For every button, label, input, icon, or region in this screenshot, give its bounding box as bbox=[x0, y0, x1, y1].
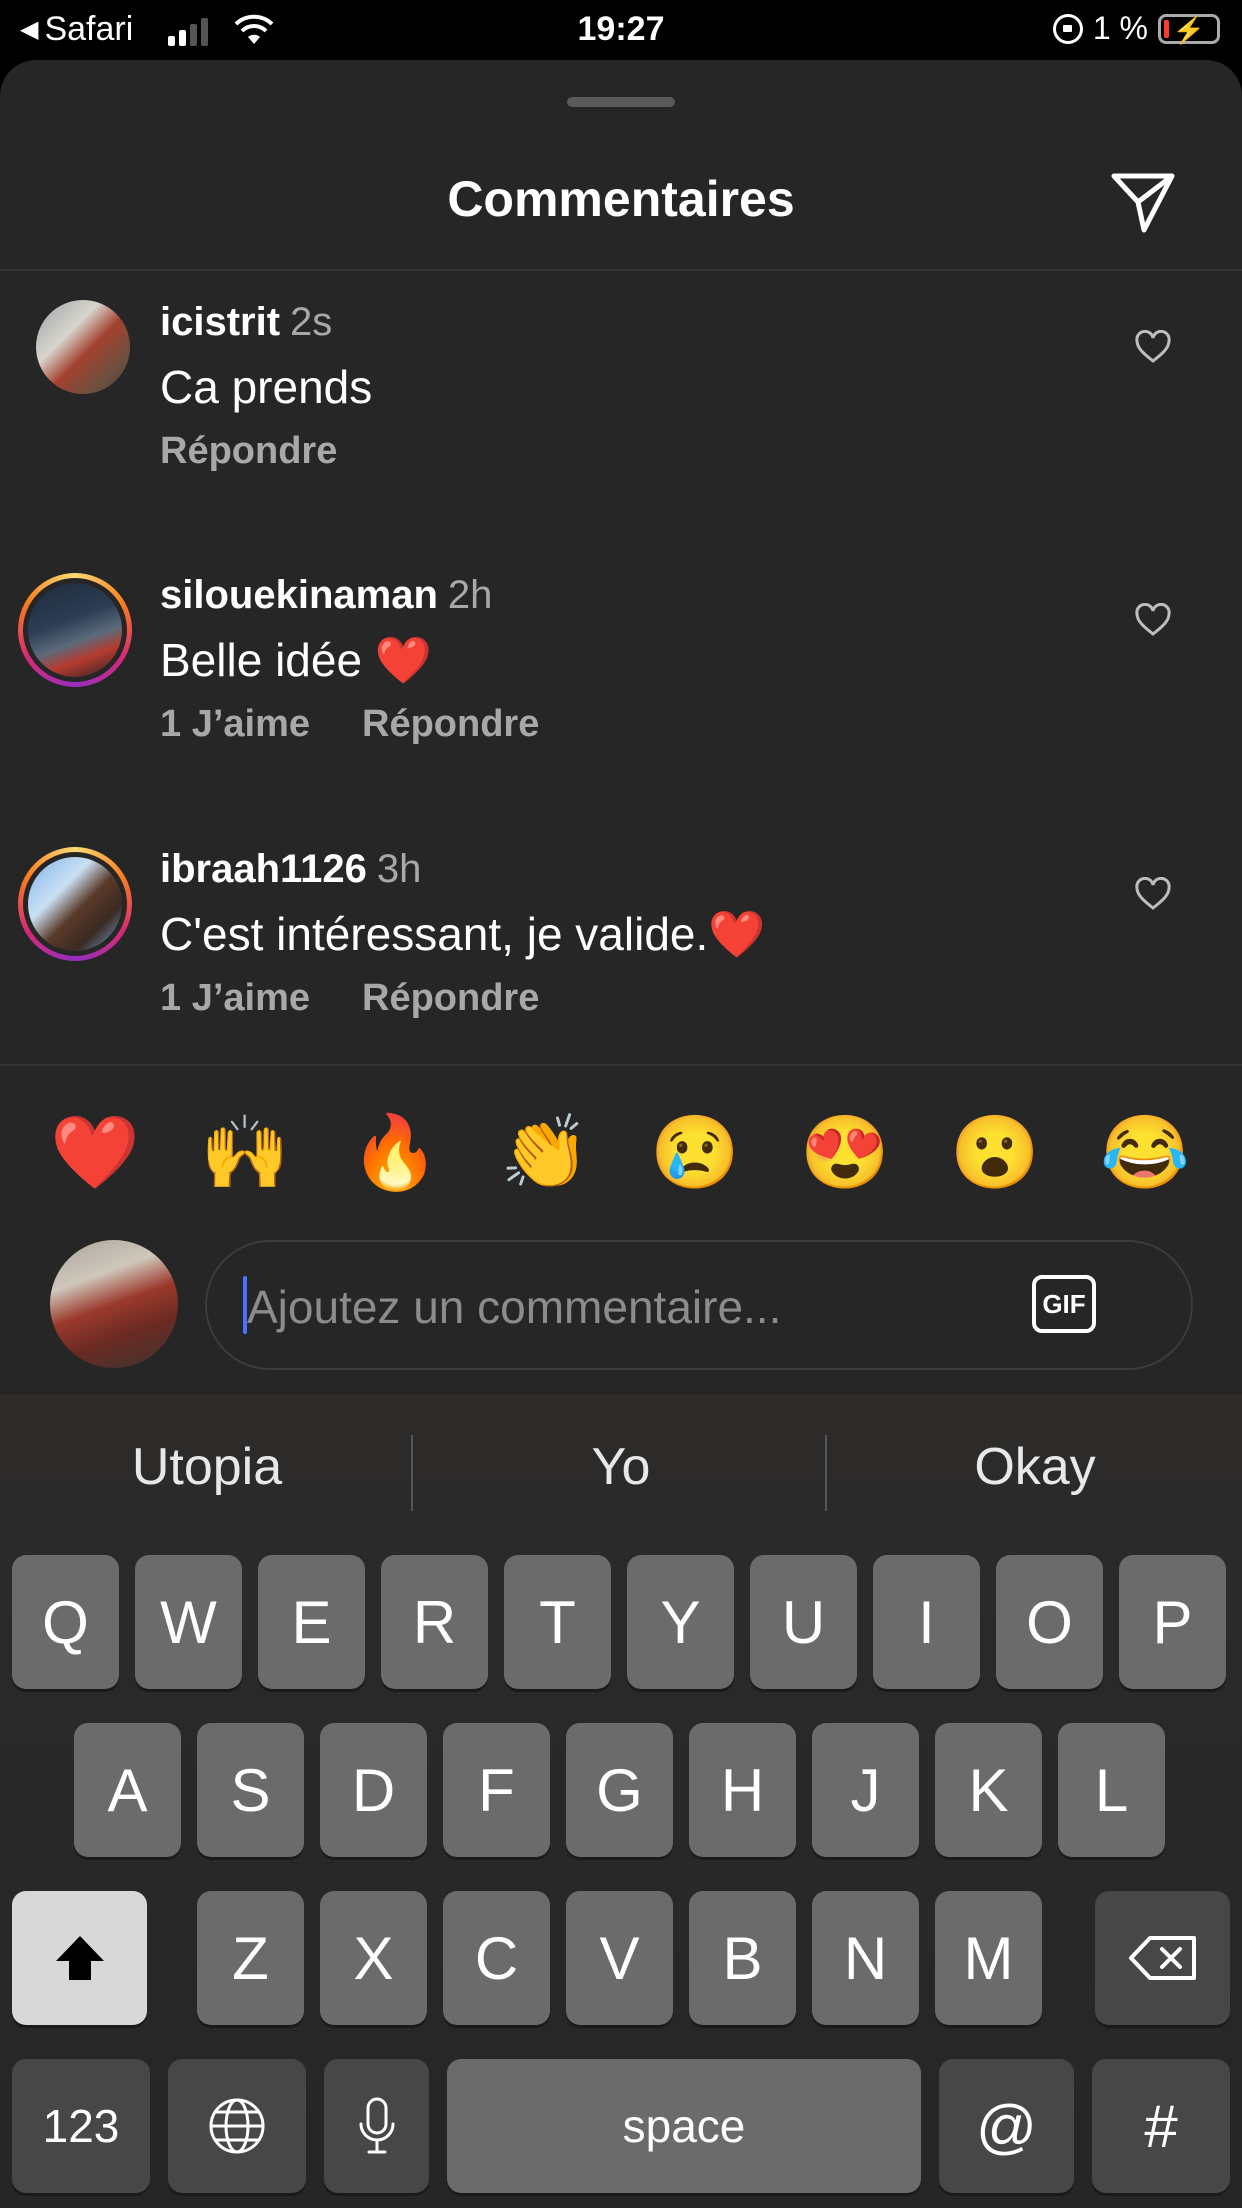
comments-sheet: Commentaires icistrit 2s Ca prends Répond… bbox=[0, 60, 1242, 1395]
comment-item: silouekinaman 2h Belle idée ❤️ 1 J’aime R… bbox=[0, 573, 1242, 833]
key-c[interactable]: C bbox=[443, 1891, 550, 2025]
battery-icon: ⚡ bbox=[1158, 13, 1220, 45]
header-divider bbox=[0, 269, 1242, 271]
suggestion-separator bbox=[825, 1435, 827, 1511]
key-h[interactable]: H bbox=[689, 1723, 796, 1857]
suggestion-separator bbox=[411, 1435, 413, 1511]
like-heart-icon[interactable] bbox=[1134, 877, 1172, 911]
comment-age: 2s bbox=[290, 300, 333, 344]
my-avatar bbox=[50, 1240, 178, 1368]
key-l[interactable]: L bbox=[1058, 1723, 1165, 1857]
status-bar: ◀ Safari 19:27 1 % ⚡ bbox=[0, 0, 1242, 60]
suggestion-1[interactable]: Utopia bbox=[7, 1437, 407, 1497]
keyboard: Utopia Yo Okay Q W E R T Y U I O P A S D… bbox=[0, 1395, 1242, 2208]
reaction-heart-eyes[interactable]: 😍 bbox=[795, 1110, 895, 1195]
like-heart-icon[interactable] bbox=[1134, 603, 1172, 637]
key-d[interactable]: D bbox=[320, 1723, 427, 1857]
at-key[interactable]: @ bbox=[939, 2059, 1074, 2193]
globe-key[interactable] bbox=[168, 2059, 306, 2193]
reactions-divider bbox=[0, 1064, 1242, 1066]
reply-button[interactable]: Répondre bbox=[160, 430, 337, 473]
key-t[interactable]: T bbox=[504, 1555, 611, 1689]
comment-text: C'est intéressant, je valide.❤️ bbox=[160, 908, 766, 960]
reaction-laugh[interactable]: 😂 bbox=[1095, 1110, 1195, 1195]
shift-key[interactable] bbox=[12, 1891, 147, 2025]
suggestion-2[interactable]: Yo bbox=[421, 1437, 821, 1497]
space-key[interactable]: space bbox=[447, 2059, 921, 2193]
globe-icon bbox=[209, 2098, 265, 2154]
key-g[interactable]: G bbox=[566, 1723, 673, 1857]
avatar[interactable] bbox=[18, 573, 132, 687]
key-p[interactable]: P bbox=[1119, 1555, 1226, 1689]
quick-reactions-bar: ❤️ 🙌 🔥 👏 😢 😍 😮 😂 bbox=[0, 1110, 1242, 1230]
key-n[interactable]: N bbox=[812, 1891, 919, 2025]
key-m[interactable]: M bbox=[935, 1891, 1042, 2025]
key-x[interactable]: X bbox=[320, 1891, 427, 2025]
key-i[interactable]: I bbox=[873, 1555, 980, 1689]
backspace-icon bbox=[1128, 1936, 1196, 1980]
comment-item: ibraah1126 3h C'est intéressant, je valid… bbox=[0, 847, 1242, 1107]
likes-count[interactable]: 1 J’aime bbox=[160, 703, 310, 746]
reaction-cry[interactable]: 😢 bbox=[645, 1110, 745, 1195]
key-v[interactable]: V bbox=[566, 1891, 673, 2025]
comment-username[interactable]: silouekinaman 2h bbox=[160, 573, 492, 618]
avatar[interactable] bbox=[18, 847, 132, 961]
key-z[interactable]: Z bbox=[197, 1891, 304, 2025]
dictation-key[interactable] bbox=[324, 2059, 429, 2193]
key-o[interactable]: O bbox=[996, 1555, 1103, 1689]
key-w[interactable]: W bbox=[135, 1555, 242, 1689]
suggestion-3[interactable]: Okay bbox=[835, 1437, 1235, 1497]
sheet-title: Commentaires bbox=[447, 171, 795, 227]
key-k[interactable]: K bbox=[935, 1723, 1042, 1857]
orientation-lock-icon bbox=[1052, 13, 1083, 44]
battery-percent: 1 % bbox=[1092, 10, 1148, 46]
like-heart-icon[interactable] bbox=[1134, 330, 1172, 364]
comment-username[interactable]: ibraah1126 3h bbox=[160, 847, 421, 892]
key-f[interactable]: F bbox=[443, 1723, 550, 1857]
sheet-grabber[interactable] bbox=[567, 97, 675, 107]
key-j[interactable]: J bbox=[812, 1723, 919, 1857]
comment-text: Belle idée ❤️ bbox=[160, 634, 433, 686]
key-a[interactable]: A bbox=[74, 1723, 181, 1857]
comment-age: 2h bbox=[447, 573, 493, 617]
reaction-fire[interactable]: 🔥 bbox=[345, 1110, 445, 1195]
numbers-key[interactable]: 123 bbox=[12, 2059, 150, 2193]
key-r[interactable]: R bbox=[381, 1555, 488, 1689]
key-y[interactable]: Y bbox=[627, 1555, 734, 1689]
comment-item: icistrit 2s Ca prends Répondre bbox=[0, 300, 1242, 560]
backspace-key[interactable] bbox=[1095, 1891, 1230, 2025]
reaction-surprised[interactable]: 😮 bbox=[945, 1110, 1045, 1195]
microphone-icon bbox=[359, 2097, 394, 2154]
likes-count[interactable]: 1 J’aime bbox=[160, 977, 310, 1020]
key-b[interactable]: B bbox=[689, 1891, 796, 2025]
comment-age: 3h bbox=[376, 847, 422, 891]
reaction-raised-hands[interactable]: 🙌 bbox=[195, 1110, 295, 1195]
comment-username[interactable]: icistrit 2s bbox=[160, 300, 332, 345]
comment-input-placeholder: Ajoutez un commentaire... bbox=[247, 1281, 782, 1333]
reaction-clap[interactable]: 👏 bbox=[495, 1110, 595, 1195]
comment-text: Ca prends bbox=[160, 361, 373, 413]
gif-button[interactable]: GIF bbox=[1032, 1275, 1096, 1333]
reply-button[interactable]: Répondre bbox=[362, 977, 539, 1020]
key-s[interactable]: S bbox=[197, 1723, 304, 1857]
key-u[interactable]: U bbox=[750, 1555, 857, 1689]
key-q[interactable]: Q bbox=[12, 1555, 119, 1689]
hash-key[interactable]: # bbox=[1092, 2059, 1230, 2193]
reply-button[interactable]: Répondre bbox=[362, 703, 539, 746]
key-e[interactable]: E bbox=[258, 1555, 365, 1689]
shift-arrow-icon bbox=[55, 1936, 104, 1980]
avatar[interactable] bbox=[36, 300, 130, 394]
reaction-heart[interactable]: ❤️ bbox=[45, 1110, 145, 1195]
comment-input[interactable]: Ajoutez un commentaire... GIF bbox=[205, 1240, 1193, 1370]
share-send-icon[interactable] bbox=[1108, 170, 1178, 236]
